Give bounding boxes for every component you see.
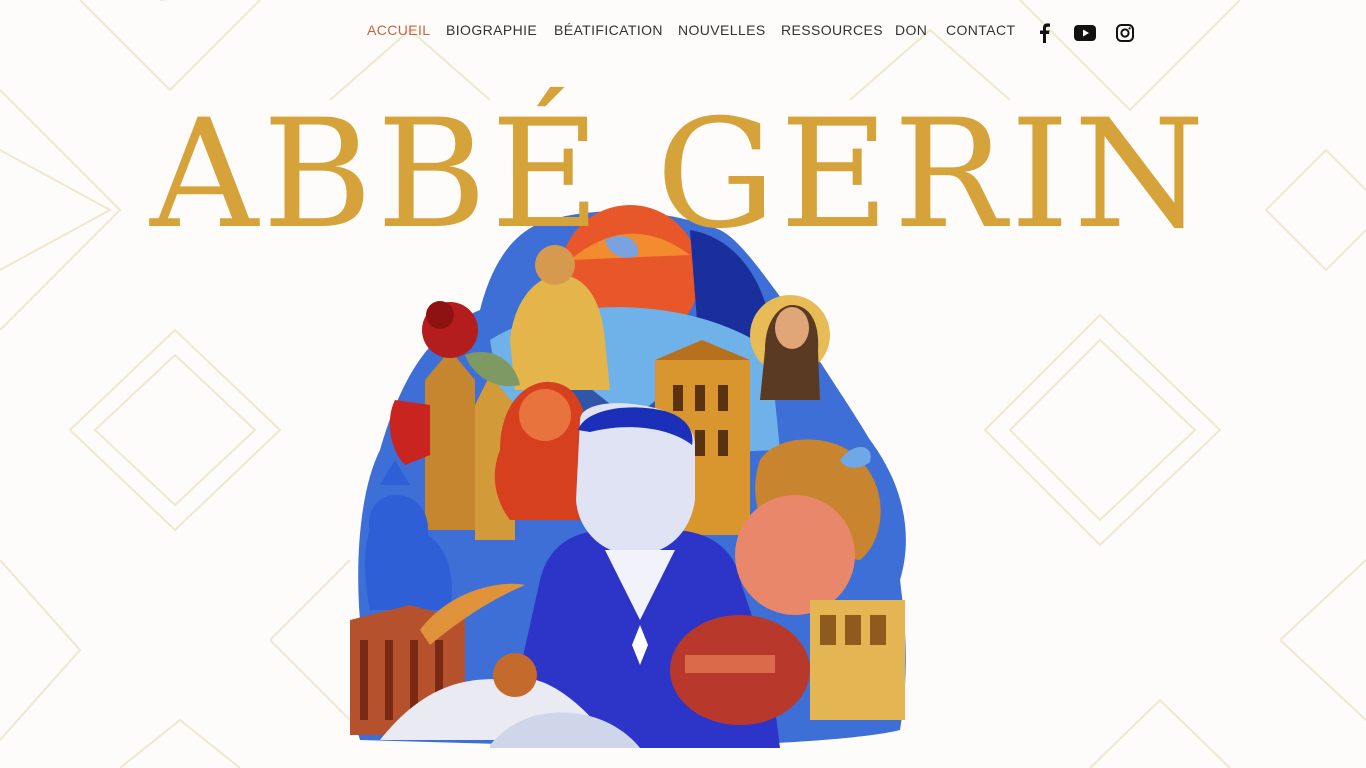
nav-item-nouvelles[interactable]: NOUVELLES (678, 22, 766, 38)
nav-item-don[interactable]: DON (895, 22, 927, 38)
nav-item-ressources[interactable]: RESSOURCES (781, 22, 883, 38)
page-title: ABBÉ GERIN (150, 88, 1209, 262)
hero-collage-illustration (350, 205, 906, 749)
nav-item-contact[interactable]: CONTACT (946, 22, 1015, 38)
youtube-icon[interactable] (1073, 22, 1097, 44)
nav-item-biographie[interactable]: BIOGRAPHIE (446, 22, 537, 38)
instagram-icon[interactable] (1114, 22, 1136, 44)
facebook-icon[interactable] (1033, 22, 1055, 44)
nav-item-beatification[interactable]: BÉATIFICATION (554, 22, 663, 38)
nav-item-accueil[interactable]: ACCUEIL (367, 22, 430, 38)
main-navigation: ACCUEIL BIOGRAPHIE BÉATIFICATION NOUVELL… (0, 0, 1366, 64)
